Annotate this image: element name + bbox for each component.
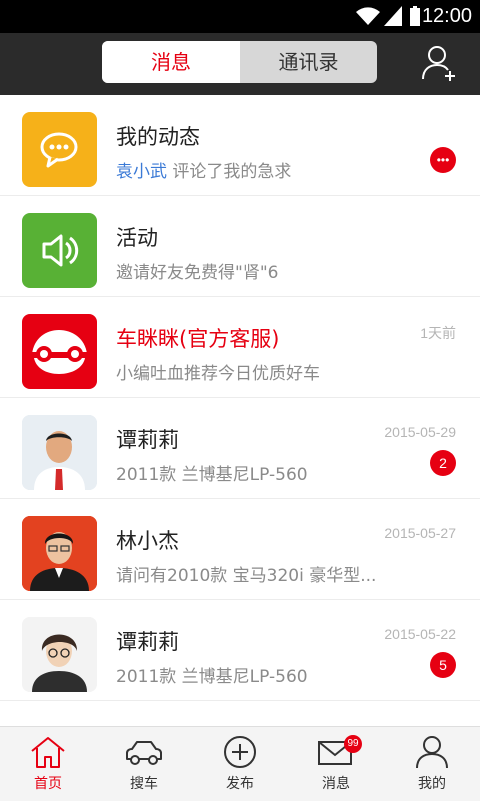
nav-messages[interactable]: 99 消息 <box>288 727 384 801</box>
conversation-name: 谭莉莉 <box>116 630 179 654</box>
conversation-preview: 请问有2010款 宝马320i 豪华型... <box>116 566 377 586</box>
tab-contacts[interactable]: 通讯录 <box>240 41 377 83</box>
conversation-tan-lili-2[interactable]: 谭莉莉 2011款 兰博基尼LP-560 2015-05-22 5 <box>0 600 480 701</box>
conversation-time: 2015-05-22 <box>384 626 456 642</box>
official-logo-icon <box>22 314 97 389</box>
wifi-icon <box>356 7 380 25</box>
user-avatar <box>22 617 97 692</box>
conversation-lin-xiaojie[interactable]: 林小杰 请问有2010款 宝马320i 豪华型... 2015-05-27 <box>0 499 480 600</box>
unread-badge: 5 <box>430 652 456 678</box>
conversation-preview: 邀请好友免费得"肾"6 <box>116 263 279 283</box>
message-count-badge: 99 <box>344 735 362 753</box>
person-icon <box>416 736 448 769</box>
conversation-name: 林小杰 <box>116 529 179 553</box>
conversation-name: 活动 <box>116 226 158 250</box>
top-bar: 消息 通讯录 <box>0 33 480 95</box>
user-avatar <box>22 516 97 591</box>
car-icon <box>126 741 162 765</box>
conversation-preview: 小编吐血推荐今日优质好车 <box>116 364 320 384</box>
conversation-tan-lili-1[interactable]: 谭莉莉 2011款 兰博基尼LP-560 2015-05-29 2 <box>0 398 480 499</box>
unread-badge: 2 <box>430 450 456 476</box>
nav-label: 我的 <box>418 776 446 792</box>
mentioned-user[interactable]: 袁小武 <box>116 162 167 182</box>
home-icon <box>31 737 65 768</box>
nav-profile[interactable]: 我的 <box>384 727 480 801</box>
nav-label: 发布 <box>226 776 254 792</box>
nav-home[interactable]: 首页 <box>0 727 96 801</box>
nav-label: 消息 <box>322 776 350 792</box>
user-avatar <box>22 415 97 490</box>
unread-badge: ••• <box>430 147 456 173</box>
conversation-time: 1天前 <box>420 325 456 341</box>
chat-bubble-icon <box>22 112 97 187</box>
nav-label: 首页 <box>34 776 62 792</box>
conversation-list: 我的动态 袁小武 评论了我的急求 ••• 活动 邀请好友免费得"肾"6 车眯眯( <box>0 95 480 701</box>
conversation-name: 车眯眯(官方客服) <box>116 327 280 351</box>
conversation-official-service[interactable]: 车眯眯(官方客服) 小编吐血推荐今日优质好车 1天前 <box>0 297 480 398</box>
conversation-time: 2015-05-29 <box>384 424 456 440</box>
nav-label: 搜车 <box>130 776 158 792</box>
conversation-preview: 袁小武 评论了我的急求 <box>116 162 292 182</box>
conversation-preview: 2011款 兰博基尼LP-560 <box>116 465 308 485</box>
bottom-nav: 首页 搜车 发布 99 消息 我的 <box>0 726 480 801</box>
status-time: 12:00 <box>421 5 472 27</box>
signal-icon <box>384 6 402 26</box>
plus-circle-icon <box>224 736 256 768</box>
speaker-icon <box>22 213 97 288</box>
battery-icon <box>410 6 420 26</box>
tab-messages[interactable]: 消息 <box>102 41 240 83</box>
conversation-name: 谭莉莉 <box>116 428 179 452</box>
conversation-time: 2015-05-27 <box>384 525 456 541</box>
status-bar: 12:00 <box>0 0 480 33</box>
conversation-preview: 2011款 兰博基尼LP-560 <box>116 667 308 687</box>
conversation-my-updates[interactable]: 我的动态 袁小武 评论了我的急求 ••• <box>0 95 480 196</box>
conversation-name: 我的动态 <box>116 125 200 149</box>
nav-publish[interactable]: 发布 <box>192 727 288 801</box>
add-contact-icon[interactable] <box>420 43 460 83</box>
nav-search-car[interactable]: 搜车 <box>96 727 192 801</box>
conversation-activity[interactable]: 活动 邀请好友免费得"肾"6 <box>0 196 480 297</box>
segmented-control: 消息 通讯录 <box>102 41 377 83</box>
